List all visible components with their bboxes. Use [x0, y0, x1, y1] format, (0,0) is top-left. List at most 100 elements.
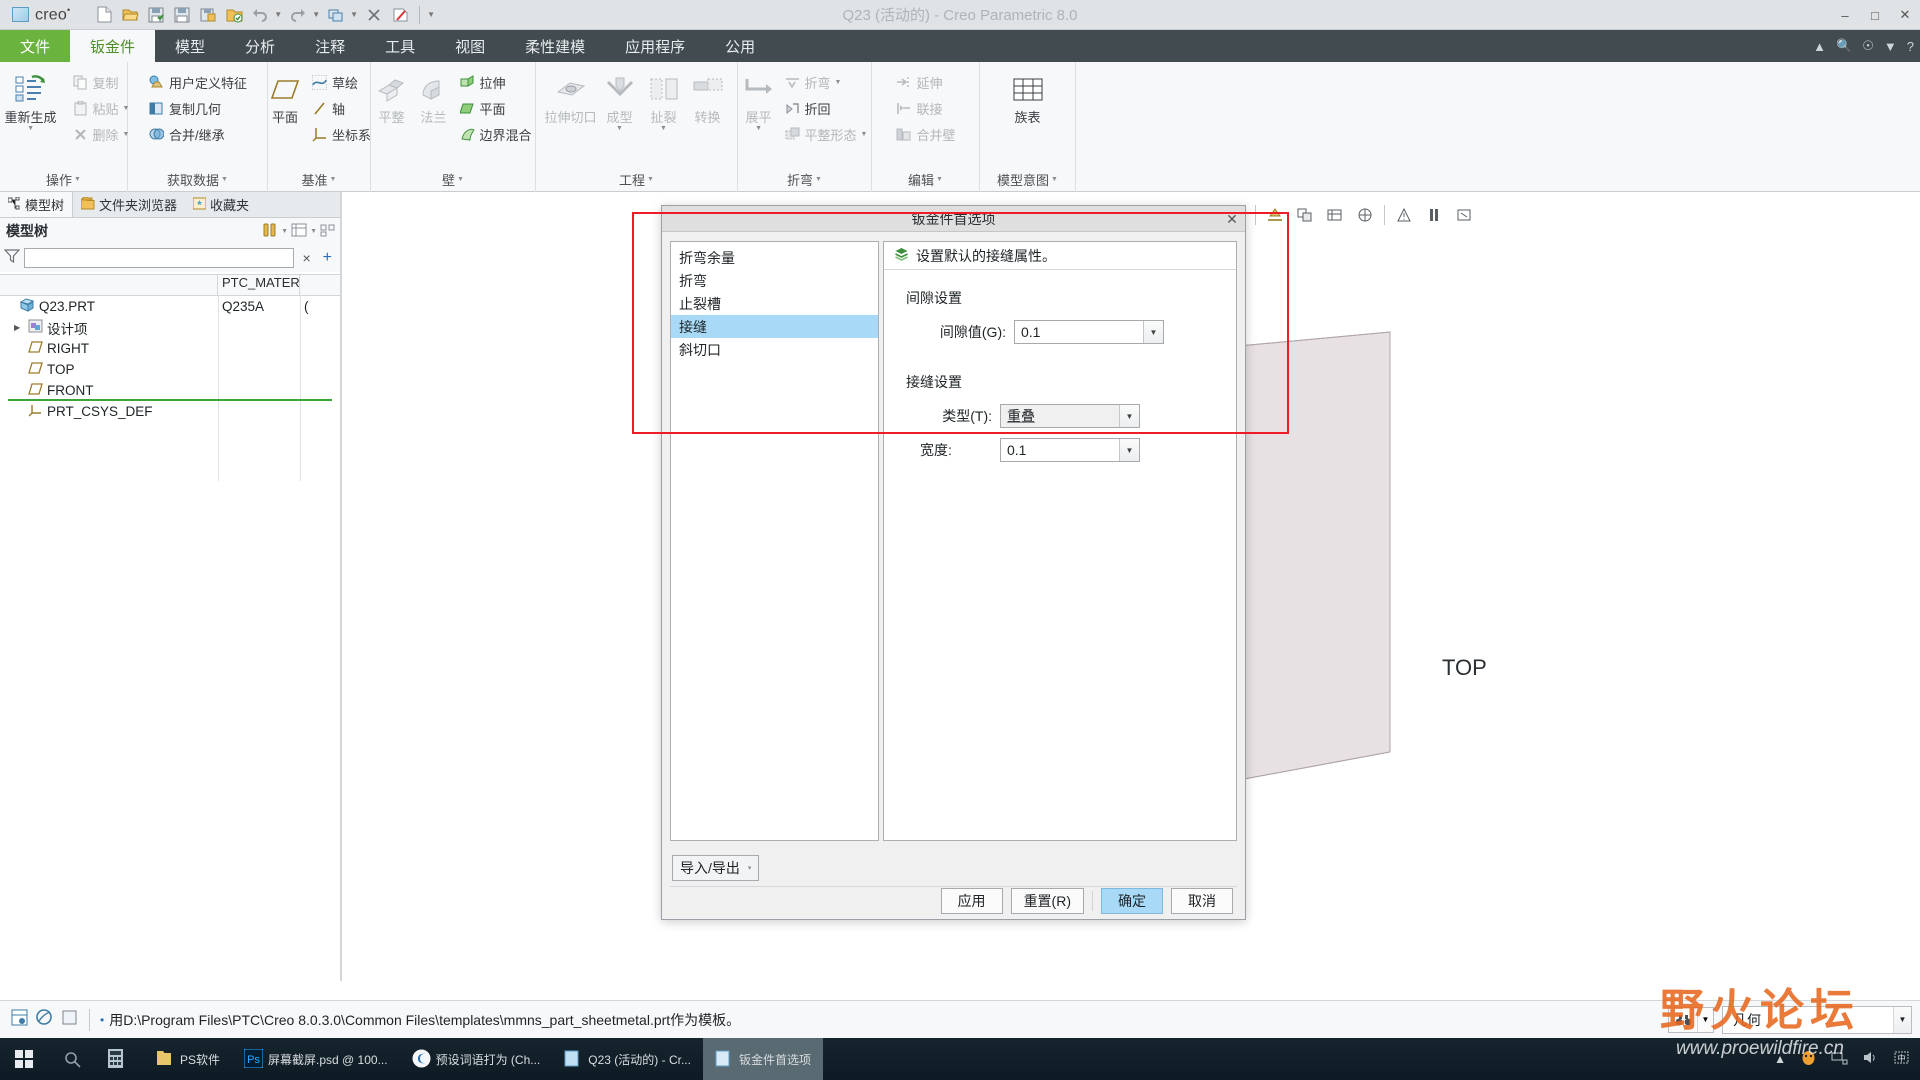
redo-dropdown-icon[interactable]: ▼ [312, 10, 322, 19]
ribbon-group-label-model-intent[interactable]: 模型意图 ▼ [984, 166, 1071, 192]
taskbar-item-folder[interactable]: PS软件 [144, 1038, 232, 1080]
filter-box-icon[interactable] [60, 1008, 79, 1032]
flat-wall-button[interactable]: 平整 [371, 68, 413, 125]
model-tree-filter-row[interactable]: × + [0, 244, 340, 272]
chevron-up-icon[interactable]: ▲ [1774, 1052, 1786, 1066]
column-icon[interactable] [320, 223, 336, 240]
left-panel-tabs[interactable]: 模型树 文件夹浏览器 收藏夹 [0, 192, 340, 218]
category-miter-cut[interactable]: 斜切口 [671, 338, 878, 361]
undo-dropdown-icon[interactable]: ▼ [274, 10, 284, 19]
chevron-down-icon[interactable]: ▼ [1697, 1007, 1713, 1032]
form-button[interactable]: 成型 ▼ [598, 68, 642, 132]
filter-icon[interactable] [3, 248, 21, 268]
save-as-icon[interactable] [170, 4, 194, 26]
regenerate-icon[interactable] [324, 4, 348, 26]
import-export-button[interactable]: 导入/导出 ▾ [672, 855, 760, 881]
tab-tools[interactable]: 工具 [365, 30, 435, 62]
copy-button[interactable]: 复制 [68, 70, 134, 95]
family-table-button[interactable]: 族表 [992, 68, 1064, 125]
annotation-display-icon[interactable] [1390, 202, 1418, 228]
category-list[interactable]: 折弯余量 折弯 止裂槽 接缝 斜切口 [670, 241, 879, 841]
category-seam[interactable]: 接缝 [671, 315, 878, 338]
flat-state-button[interactable]: 平整形态 ▼ [780, 122, 872, 147]
qq-icon[interactable] [1800, 1049, 1817, 1069]
refit-icon[interactable] [1261, 202, 1289, 228]
taskbar-search-icon[interactable] [48, 1051, 96, 1068]
delete-button[interactable]: 删除 ▼ [68, 122, 134, 147]
tab-model[interactable]: 模型 [155, 30, 225, 62]
chevron-down-icon-2[interactable]: ▼ [310, 228, 317, 235]
chevron-up-icon[interactable]: ▲ [1813, 39, 1826, 54]
column-header-name[interactable] [0, 275, 218, 295]
extrude-button[interactable]: 拉伸 [455, 70, 536, 95]
system-tray[interactable]: ▲ 中 [1774, 1049, 1910, 1069]
tab-annotate[interactable]: 注释 [295, 30, 365, 62]
add-filter-icon[interactable]: + [319, 249, 336, 267]
erase-icon[interactable] [388, 4, 412, 26]
regenerate-dropdown-icon[interactable]: ▼ [350, 10, 360, 19]
ribbon-group-label-operations[interactable]: 操作 ▼ [4, 166, 123, 192]
boundary-blend-button[interactable]: 边界混合 [455, 122, 536, 147]
redo-icon[interactable] [286, 4, 310, 26]
table-row[interactable]: PRT_CSYS_DEF [0, 401, 340, 422]
undo-icon[interactable] [248, 4, 272, 26]
close-button[interactable]: ✕ [1890, 0, 1920, 30]
ribbon-tab-bar[interactable]: 文件 钣金件 模型 分析 注释 工具 视图 柔性建模 应用程序 公用 ▲ 🔍 ☉… [0, 30, 1920, 62]
chevron-down-icon[interactable]: ▼ [1119, 439, 1139, 461]
merge-button[interactable]: 联接 [891, 96, 959, 121]
close-icon[interactable]: ✕ [1221, 208, 1243, 230]
merge-inherit-button[interactable]: 合并/继承 [144, 122, 251, 147]
ribbon-group-label-edit[interactable]: 编辑 ▼ [876, 166, 975, 192]
close-window-icon[interactable] [362, 4, 386, 26]
udf-button[interactable]: 用户定义特征 [144, 70, 251, 95]
table-row[interactable]: TOP [0, 359, 340, 380]
seam-width-combo[interactable]: 0.1 ▼ [1000, 438, 1140, 462]
cancel-button[interactable]: 取消 [1171, 888, 1233, 914]
tab-folder-browser[interactable]: 文件夹浏览器 [73, 192, 185, 217]
taskbar-item-creo-main[interactable]: Q23 (活动的) - Cr... [552, 1038, 703, 1080]
regenerate-button[interactable]: 重新生成 ▼ [0, 68, 68, 132]
column-header-material[interactable]: PTC_MATERIAL_ [218, 275, 300, 295]
rip-button[interactable]: 扯裂 ▼ [642, 68, 686, 132]
rip-dropdown-icon[interactable]: ▼ [660, 125, 667, 132]
model-info-icon[interactable] [10, 1008, 29, 1032]
print-icon[interactable] [222, 4, 246, 26]
appearance-icon[interactable] [1351, 202, 1379, 228]
find-toolbar[interactable]: ▼ [1668, 1006, 1714, 1033]
spin-center-icon[interactable] [1420, 202, 1448, 228]
reset-button[interactable]: 重置(R) [1010, 888, 1084, 914]
save-icon[interactable] [144, 4, 168, 26]
seam-width-text[interactable]: 0.1 [1001, 442, 1119, 458]
table-row[interactable]: ▶ 设计项 [0, 317, 340, 338]
datum-plane-button[interactable]: 平面 [263, 68, 307, 125]
tab-sheetmetal[interactable]: 钣金件 [70, 30, 156, 62]
column-header-extra[interactable] [300, 275, 340, 295]
accuracy-icon[interactable] [35, 1008, 54, 1032]
extrude-cut-button[interactable]: 拉伸切口 [544, 68, 598, 125]
ime-icon[interactable]: 中 [1893, 1050, 1910, 1068]
regenerate-dropdown-icon[interactable]: ▼ [27, 125, 34, 132]
seam-type-text[interactable]: 重叠 [1001, 406, 1119, 426]
quick-access-toolbar[interactable]: ▼ ▼ ▼ ▼ [92, 4, 437, 26]
account-icon[interactable]: ☉ [1862, 38, 1874, 54]
volume-icon[interactable] [1862, 1050, 1879, 1068]
coordinate-system-button[interactable]: 坐标系 [307, 122, 375, 147]
category-bend[interactable]: 折弯 [671, 269, 878, 292]
save-copy-icon[interactable] [196, 4, 220, 26]
tab-flexible-modeling[interactable]: 柔性建模 [505, 30, 605, 62]
bend-dropdown-icon[interactable]: ▼ [835, 79, 842, 86]
tab-model-tree[interactable]: 模型树 [0, 192, 74, 217]
dialog-button-row[interactable]: 应用 重置(R) 确定 取消 [940, 888, 1233, 914]
tab-common[interactable]: 公用 [705, 30, 775, 62]
category-bend-allowance[interactable]: 折弯余量 [671, 246, 878, 269]
datum-display-icon[interactable] [1450, 202, 1478, 228]
paste-button[interactable]: 粘贴 ▼ [68, 96, 134, 121]
network-icon[interactable] [1831, 1050, 1848, 1068]
convert-button[interactable]: 转换 [686, 68, 730, 125]
binoculars-icon[interactable] [1669, 1008, 1697, 1032]
apply-button[interactable]: 应用 [940, 888, 1003, 914]
form-dropdown-icon[interactable]: ▼ [616, 125, 623, 132]
merge-walls-button[interactable]: 合并壁 [891, 122, 959, 147]
extend-button[interactable]: 延伸 [891, 70, 959, 95]
taskbar-item-sheetmetal-preferences[interactable]: 钣金件首选项 [702, 1038, 823, 1080]
